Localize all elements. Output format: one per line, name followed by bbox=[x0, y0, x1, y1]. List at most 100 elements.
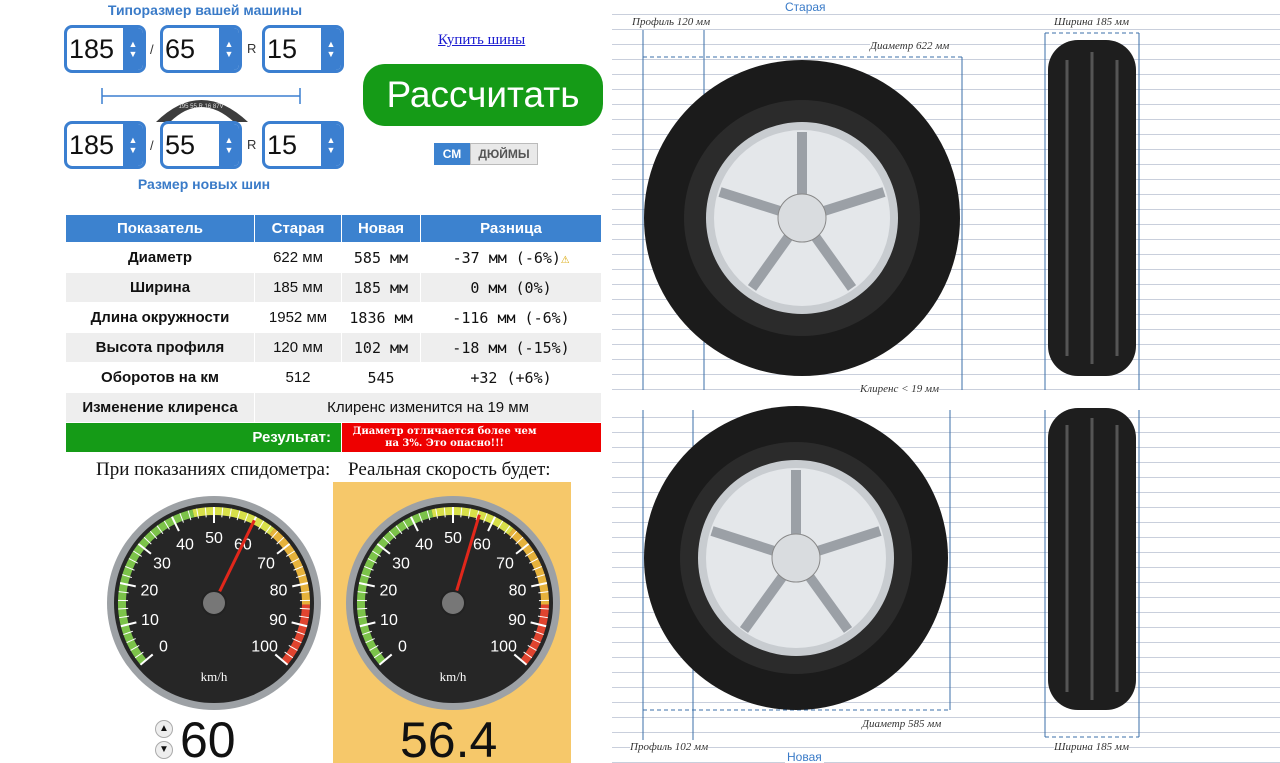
clearance-value: Клиренс изменится на 19 мм bbox=[254, 392, 602, 423]
gauge-tick-label: 0 bbox=[159, 638, 168, 655]
gauge-tick-label: 80 bbox=[509, 582, 527, 599]
calculate-button[interactable]: Рассчитать bbox=[363, 64, 603, 126]
buy-tires-link[interactable]: Купить шины bbox=[438, 32, 525, 49]
updown-icon: ▲ ▼ bbox=[219, 124, 239, 166]
gauge-tick-label: 90 bbox=[508, 612, 526, 629]
table-row: Высота профиля 120 мм 102 мм -18 мм (-15… bbox=[65, 332, 602, 363]
shown-speed-label: При показаниях спидометра: bbox=[96, 459, 331, 480]
new-rim-select[interactable]: 15 ▲ ▼ bbox=[262, 121, 344, 169]
new-profile-value: 55 bbox=[165, 130, 196, 160]
gauge-tick bbox=[299, 607, 310, 610]
row-old: 1952 мм bbox=[254, 302, 342, 333]
header-diff: Разница bbox=[420, 214, 602, 243]
unit-inch-toggle[interactable]: ДЮЙМЫ bbox=[470, 143, 538, 165]
result-value: Диаметр отличается более чем на 3%. Это … bbox=[341, 422, 602, 453]
tire-section-graphic: 195 55 R 16 87V bbox=[101, 88, 301, 122]
row-diff: -37 мм (-6%) bbox=[452, 248, 561, 267]
speed-stepper[interactable]: ▲ ▼ bbox=[155, 720, 175, 760]
old-size-title: Типоразмер вашей машины bbox=[107, 2, 303, 18]
table-row: Оборотов на км 512 545 +32 (+6%) bbox=[65, 362, 602, 393]
result-label: Результат: bbox=[65, 422, 342, 453]
new-width-value: 185 bbox=[69, 130, 115, 160]
row-new: 1836 мм bbox=[341, 302, 421, 333]
clearance-row: Изменение клиренса Клиренс изменится на … bbox=[65, 392, 602, 423]
table-row: Диаметр 622 мм 585 мм -37 мм (-6%)⚠ bbox=[65, 242, 602, 273]
r-separator: R bbox=[247, 41, 257, 56]
row-label: Оборотов на км bbox=[65, 362, 255, 393]
gauge-tick-label: 100 bbox=[490, 638, 517, 655]
table-row: Ширина 185 мм 185 мм 0 мм (0%) bbox=[65, 272, 602, 303]
old-width-select[interactable]: 185 ▲ ▼ bbox=[64, 25, 146, 73]
row-diff: -18 мм (-15%) bbox=[420, 332, 602, 363]
gauge-tick-label: 20 bbox=[380, 582, 398, 599]
gauge-tick-label: 10 bbox=[380, 612, 398, 629]
header-indicator: Показатель bbox=[65, 214, 255, 243]
r-separator: R bbox=[247, 137, 257, 152]
updown-icon: ▲ ▼ bbox=[219, 28, 239, 70]
header-new: Новая bbox=[341, 214, 421, 243]
updown-icon: ▲ ▼ bbox=[321, 28, 341, 70]
old-rim-select[interactable]: 15 ▲ ▼ bbox=[262, 25, 344, 73]
row-label: Длина окружности bbox=[65, 302, 255, 333]
gauge-tick-label: 10 bbox=[141, 612, 159, 629]
arrow-down-icon[interactable]: ▼ bbox=[155, 741, 173, 759]
comparison-table: Показатель Старая Новая Разница Диаметр … bbox=[65, 214, 602, 453]
gauge-tick-label: 70 bbox=[496, 555, 514, 572]
real-speed-value: 56.4 bbox=[400, 712, 498, 763]
new-rim-value: 15 bbox=[267, 130, 298, 160]
gauge-hub bbox=[201, 590, 227, 616]
row-old: 185 мм bbox=[254, 272, 342, 303]
gauge-tick bbox=[538, 607, 549, 610]
old-rim-value: 15 bbox=[267, 34, 298, 64]
warning-icon: ⚠ bbox=[560, 250, 570, 267]
row-label: Ширина bbox=[65, 272, 255, 303]
updown-icon: ▲ ▼ bbox=[123, 124, 143, 166]
gauge-tick bbox=[118, 607, 129, 610]
speedometer-real: 010 20 30 40 50 60 70 80 90 100 km/h bbox=[346, 496, 560, 710]
gauge-tick-label: 60 bbox=[473, 537, 491, 554]
unit-cm-toggle[interactable]: СМ bbox=[434, 143, 470, 165]
row-old: 512 bbox=[254, 362, 342, 393]
table-row: Длина окружности 1952 мм 1836 мм -116 мм… bbox=[65, 302, 602, 333]
real-speed-label: Реальная скорость будет: bbox=[348, 459, 551, 480]
updown-icon: ▲ ▼ bbox=[321, 124, 341, 166]
slash-separator: / bbox=[150, 138, 154, 153]
row-diff-cell: -37 мм (-6%)⚠ bbox=[420, 242, 602, 273]
old-width-value: 185 bbox=[69, 34, 115, 64]
gauge-unit-label: km/h bbox=[440, 669, 467, 684]
row-old: 120 мм bbox=[254, 332, 342, 363]
old-wheel-image bbox=[644, 60, 960, 376]
row-old: 622 мм bbox=[254, 242, 342, 273]
result-row: Результат: Диаметр отличается более чем … bbox=[65, 422, 602, 453]
arrow-up-icon[interactable]: ▲ bbox=[155, 720, 173, 738]
new-profile-select[interactable]: 55 ▲ ▼ bbox=[160, 121, 242, 169]
row-new: 185 мм bbox=[341, 272, 421, 303]
header-old: Старая bbox=[254, 214, 342, 243]
clearance-label: Изменение клиренса bbox=[65, 392, 255, 423]
row-diff: -116 мм (-6%) bbox=[420, 302, 602, 333]
row-new: 102 мм bbox=[341, 332, 421, 363]
slash-separator: / bbox=[150, 42, 154, 57]
row-new: 545 bbox=[341, 362, 421, 393]
gauge-tick-label: 30 bbox=[153, 555, 171, 572]
tire-marking: 195 55 R 16 87V bbox=[178, 104, 223, 110]
gauge-tick-label: 20 bbox=[141, 582, 159, 599]
new-width-select[interactable]: 185 ▲ ▼ bbox=[64, 121, 146, 169]
gauge-tick-label: 50 bbox=[205, 530, 223, 547]
row-diff: 0 мм (0%) bbox=[420, 272, 602, 303]
updown-icon: ▲ ▼ bbox=[123, 28, 143, 70]
row-label: Диаметр bbox=[65, 242, 255, 273]
gauge-tick-label: 40 bbox=[176, 537, 194, 554]
old-profile-value: 65 bbox=[165, 34, 196, 64]
gauge-tick-label: 0 bbox=[398, 638, 407, 655]
row-new: 585 мм bbox=[341, 242, 421, 273]
speedometer-shown: 0102030405060708090100km/h bbox=[107, 496, 321, 710]
gauge-tick-label: 70 bbox=[257, 555, 275, 572]
gauge-hub bbox=[440, 590, 466, 616]
new-tread-image bbox=[1048, 408, 1136, 710]
row-diff: +32 (+6%) bbox=[420, 362, 602, 393]
old-profile-select[interactable]: 65 ▲ ▼ bbox=[160, 25, 242, 73]
shown-speed-input[interactable]: 60 bbox=[180, 711, 236, 763]
gauge-tick-label: 80 bbox=[270, 582, 288, 599]
tire-diagram bbox=[642, 30, 1140, 740]
